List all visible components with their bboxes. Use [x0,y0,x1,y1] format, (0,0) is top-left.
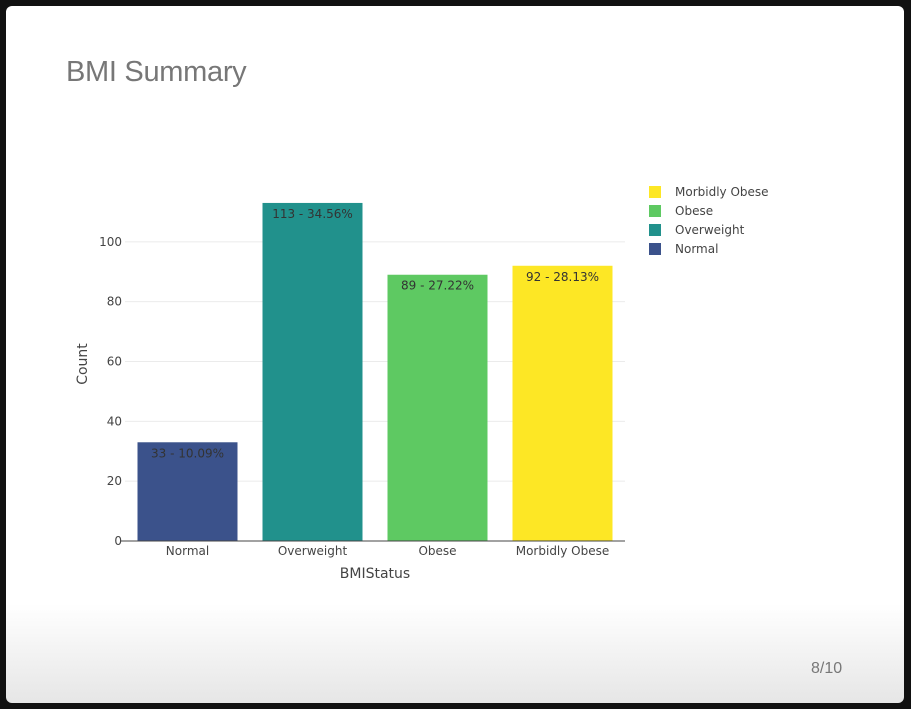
legend-item-overweight[interactable]: Overweight [649,220,769,239]
x-tick-label: Normal [166,544,209,558]
x-tick-label: Obese [418,544,456,558]
y-tick-label: 100 [99,235,122,249]
bar-overweight [262,202,363,542]
bars: 33 - 10.09% 113 - 34.56% 89 - 27.22% 92 - 2… [137,202,613,542]
bar-morbidly-obese [512,265,613,541]
y-tick-label: 80 [107,295,122,309]
y-tick-label: 0 [114,534,122,548]
bar-value-label: 92 - 28.13% [526,270,599,284]
legend-label: Morbidly Obese [675,184,769,199]
bar-value-label: 113 - 34.56% [272,207,353,221]
chart-legend: Morbidly Obese Obese Overweight Normal [649,182,769,258]
legend-swatch [649,242,661,255]
legend-swatch [649,223,661,236]
x-tick-label: Morbidly Obese [516,544,610,558]
y-axis-title: Count [75,343,91,385]
y-tick-label: 40 [107,414,122,428]
y-tick-label: 20 [107,474,122,488]
bar-obese [387,274,488,541]
legend-label: Obese [675,203,714,218]
legend-label: Overweight [675,222,745,237]
legend-label: Normal [675,241,719,256]
x-tick-label: Overweight [278,544,348,558]
legend-swatch [649,204,661,217]
legend-item-morbidly-obese[interactable]: Morbidly Obese [649,182,769,201]
page-number: 8/10 [811,660,843,677]
y-tick-label: 60 [107,355,122,369]
bmi-bar-chart: 33 - 10.09% 113 - 34.56% 89 - 27.22% 92 - 2… [75,202,625,582]
bar-value-label: 33 - 10.09% [151,446,224,460]
legend-swatch [649,185,661,198]
slide: BMI Summary 33 - 10.09% 113 - 34.56% 89 - … [6,6,904,703]
legend-item-normal[interactable]: Normal [649,239,769,258]
legend-item-obese[interactable]: Obese [649,201,769,220]
bar-value-label: 89 - 27.22% [401,279,474,293]
x-axis-title: BMIStatus [340,566,410,582]
